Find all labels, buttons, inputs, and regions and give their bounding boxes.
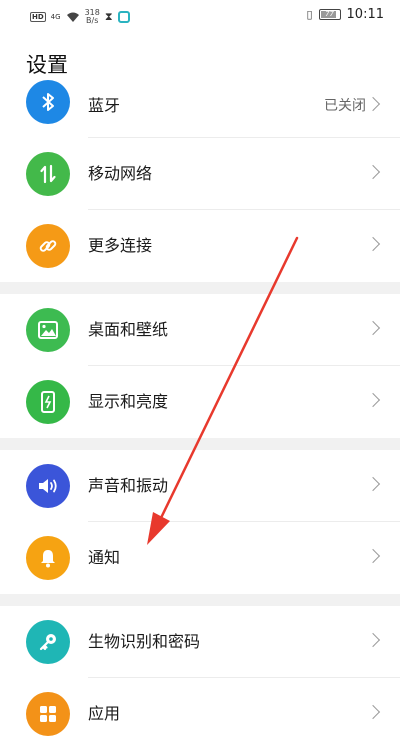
chevron-right-icon [365,96,381,112]
mobile-data-icon [26,152,70,196]
settings-item-biometrics-password[interactable]: 生物识别和密码 [0,606,400,678]
settings-item-label: 生物识别和密码 [88,632,201,651]
section-divider [0,282,400,294]
wifi-icon [66,12,79,22]
settings-item-label: 显示和亮度 [88,392,169,411]
page-title: 设置 [26,53,68,77]
settings-item-mobile-network[interactable]: 移动网络 [0,138,400,210]
hd-badge: HD [30,12,46,22]
settings-item-home-wallpaper[interactable]: 桌面和壁纸 [0,294,400,366]
bluetooth-status: 已关闭 [324,98,366,114]
vibrate-icon: ▯ [306,8,313,21]
speaker-icon [26,464,70,508]
chevron-right-icon [365,320,381,336]
section-divider [0,438,400,450]
settings-item-label: 更多连接 [88,236,153,255]
clock: 10:11 [346,7,384,22]
link-icon [26,224,70,268]
phone-brightness-icon [26,380,70,424]
chevron-right-icon [365,392,381,408]
key-icon [26,620,70,664]
status-bar: HD 4G 318 B/s ⧗ ▯ 77 10:11 [0,0,400,34]
battery-level: 77 [325,10,334,18]
settings-item-display-brightness[interactable]: 显示和亮度 [0,366,400,438]
chevron-right-icon [365,236,381,252]
settings-item-label: 通知 [88,548,121,567]
section-divider [0,594,400,606]
chevron-right-icon [365,704,381,720]
chevron-right-icon [365,476,381,492]
settings-item-label: 声音和振动 [88,476,169,495]
settings-item-label: 蓝牙 [88,96,121,115]
chevron-right-icon [365,632,381,648]
settings-item-bluetooth[interactable]: 蓝牙 已关闭 [0,78,400,138]
app-notification-icon [117,11,130,23]
apps-grid-icon [26,692,70,736]
signal-icon: 4G [50,13,61,21]
network-speed: 318 B/s [84,8,100,25]
battery-icon: 77 [318,9,341,20]
chevron-right-icon [365,548,381,564]
settings-item-more-connections[interactable]: 更多连接 [0,210,400,282]
settings-item-label: 移动网络 [88,164,153,183]
settings-item-label: 桌面和壁纸 [88,320,169,339]
settings-item-sound-vibration[interactable]: 声音和振动 [0,450,400,522]
settings-item-apps[interactable]: 应用 [0,678,400,750]
chevron-right-icon [365,164,381,180]
settings-item-label: 应用 [88,704,121,723]
bluetooth-icon [26,80,70,124]
image-icon [26,308,70,352]
bell-icon [26,536,70,580]
hourglass-icon: ⧗ [104,10,113,23]
settings-list: 蓝牙 已关闭 移动网络 更多连接 桌面和壁纸 显示和亮度 声音和振动 通知 生物… [0,78,400,750]
settings-item-notifications[interactable]: 通知 [0,522,400,594]
